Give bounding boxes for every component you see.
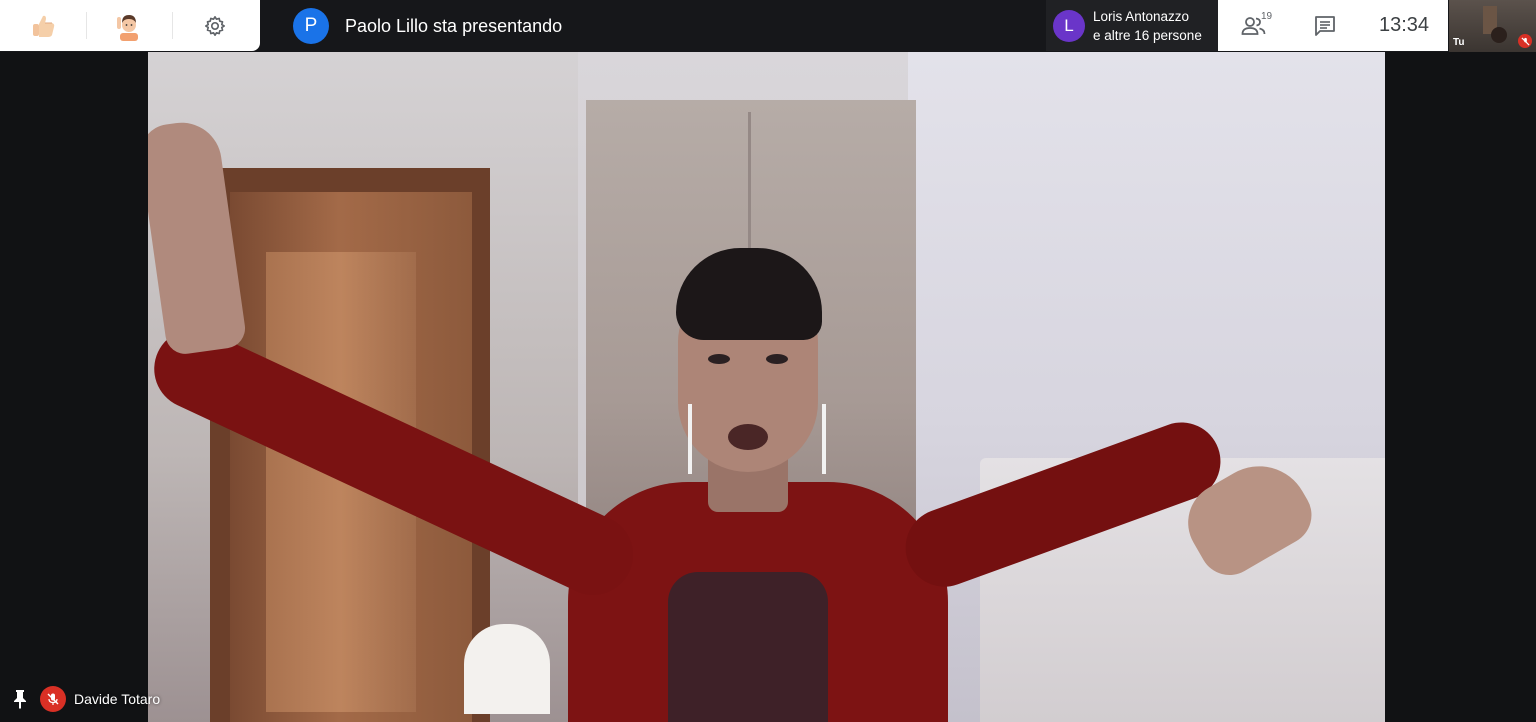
reaction-toolbar bbox=[0, 0, 260, 51]
participant-name: Davide Totaro bbox=[74, 691, 161, 707]
meeting-controls: 19 13:34 bbox=[1218, 0, 1448, 51]
video-person-right-eye bbox=[766, 354, 788, 364]
main-video-feed[interactable] bbox=[148, 52, 1385, 722]
presenter-label: Paolo Lillo sta presentando bbox=[345, 15, 563, 36]
video-earbud-right bbox=[822, 404, 826, 474]
speaker-others: e altre 16 persone bbox=[1093, 27, 1202, 43]
presenter-avatar: P bbox=[293, 8, 329, 44]
active-speaker-indicator[interactable]: L Loris Antonazzo e altre 16 persone bbox=[1046, 0, 1218, 51]
settings-button[interactable] bbox=[172, 0, 258, 51]
pin-button[interactable] bbox=[0, 682, 40, 716]
chat-button[interactable] bbox=[1290, 0, 1360, 51]
speaker-text: Loris Antonazzo e altre 16 persone bbox=[1093, 7, 1202, 45]
thumbs-up-button[interactable] bbox=[0, 0, 86, 51]
raise-hand-icon bbox=[117, 14, 138, 41]
participants-button[interactable]: 19 bbox=[1218, 0, 1290, 51]
top-bar: P Paolo Lillo sta presentando L Loris An… bbox=[0, 0, 1536, 52]
self-view-person bbox=[1491, 27, 1507, 43]
video-earbud-left bbox=[688, 404, 692, 474]
video-shirt-print bbox=[668, 572, 828, 722]
video-lamp bbox=[464, 624, 550, 714]
settings-icon bbox=[205, 15, 225, 36]
chat-icon bbox=[1315, 15, 1335, 36]
video-person-mouth bbox=[728, 424, 768, 450]
pin-icon bbox=[14, 690, 26, 709]
speaker-avatar: L bbox=[1053, 9, 1085, 42]
meeting-clock: 13:34 bbox=[1378, 14, 1430, 36]
self-view-tile[interactable]: Tu bbox=[1449, 0, 1536, 52]
mic-off-icon bbox=[1520, 36, 1530, 46]
self-view-label: Tu bbox=[1453, 37, 1465, 48]
raise-hand-button[interactable] bbox=[86, 0, 172, 51]
speaker-name: Loris Antonazzo bbox=[1093, 8, 1190, 24]
thumbs-up-icon bbox=[33, 15, 55, 37]
presentation-indicator[interactable]: P Paolo Lillo sta presentando bbox=[293, 8, 562, 44]
participants-count: 19 bbox=[1261, 11, 1273, 22]
mic-off-icon bbox=[47, 693, 59, 705]
video-person-left-eye bbox=[708, 354, 730, 364]
self-mic-off-indicator bbox=[1518, 34, 1532, 48]
participant-mic-off-indicator bbox=[40, 686, 66, 712]
participant-name-tag: Davide Totaro bbox=[0, 682, 160, 716]
